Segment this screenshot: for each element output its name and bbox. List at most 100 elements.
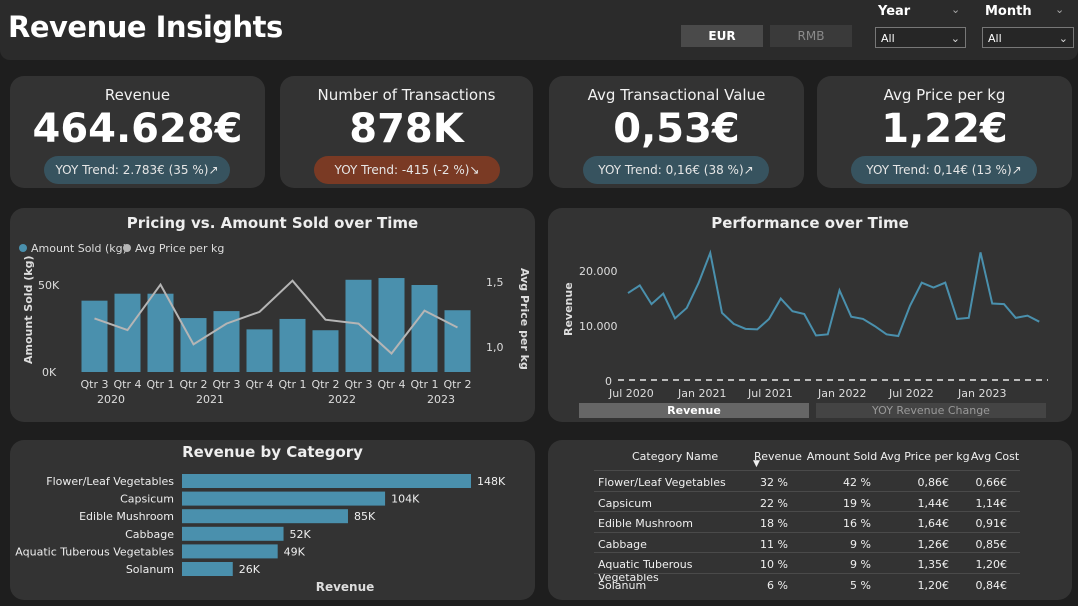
- amount-sold-bar[interactable]: [411, 285, 438, 372]
- category-label: Edible Mushroom: [79, 510, 174, 523]
- month-slicer-label: Month: [985, 4, 1032, 19]
- amount-sold-bar[interactable]: [345, 279, 372, 372]
- revenue-line: [627, 249, 1040, 338]
- x-tick-year: 2023: [427, 393, 455, 406]
- table-cell: 9 %: [850, 558, 871, 571]
- table-cell: 1,35€: [917, 558, 950, 571]
- category-bar[interactable]: [182, 526, 284, 541]
- amount-sold-bar[interactable]: [444, 310, 471, 372]
- table-cell: 1,44€: [917, 496, 950, 510]
- table-cell: 0,84€: [975, 578, 1008, 592]
- category-label: Aquatic Tuberous Vegetables: [15, 545, 174, 558]
- category-label: Cabbage: [125, 528, 174, 541]
- category-bar[interactable]: [182, 509, 348, 524]
- performance-chart: Revenue 20.000 10.000 0 Jul 2020 Jan 202…: [562, 249, 1048, 418]
- category-bar[interactable]: [182, 562, 233, 576]
- x-tick-quarter: Qtr 2: [180, 378, 208, 391]
- y-tick-right: 1,5: [486, 276, 504, 289]
- category-label: Solanum: [126, 563, 174, 576]
- currency-eur-button[interactable]: EUR: [681, 25, 763, 47]
- table-row-divider: [594, 511, 1020, 512]
- table-cell: Capsicum: [598, 496, 652, 510]
- y-axis-label-right: Avg Price per kg: [518, 268, 531, 370]
- x-tick-quarter: Qtr 1: [279, 378, 307, 391]
- table-cell: Flower/Leaf Vegetables: [598, 476, 726, 489]
- category-bar[interactable]: [182, 544, 278, 559]
- amount-sold-bar[interactable]: [279, 318, 306, 372]
- year-dropdown-value: All: [881, 32, 895, 45]
- x-tick: Jan 2023: [957, 387, 1006, 400]
- amount-sold-bar[interactable]: [378, 278, 405, 372]
- amount-sold-bar[interactable]: [147, 293, 174, 372]
- table-cell: 16 %: [843, 517, 871, 530]
- y-tick-right: 1,0: [486, 341, 504, 354]
- kpi-trend-badge: YOY Trend: -415 (-2 %)↘: [314, 156, 500, 184]
- chevron-down-icon: ⌄: [950, 32, 960, 45]
- category-bar[interactable]: [182, 474, 471, 488]
- category-value-label: 26K: [239, 563, 261, 576]
- x-tick-quarter: Qtr 4: [378, 378, 406, 391]
- table-row-divider: [594, 572, 1020, 574]
- x-tick: Jul 2022: [888, 387, 934, 400]
- x-tick-quarter: Qtr 4: [246, 378, 274, 391]
- sort-descending-icon: ▼: [753, 459, 760, 469]
- kpi-title: Avg Price per kg: [883, 86, 1006, 104]
- table-header-cell[interactable]: Amount Sold: [804, 450, 880, 463]
- table-header-cell[interactable]: Avg Price per kg: [880, 450, 970, 463]
- currency-rmb-button[interactable]: RMB: [770, 25, 852, 47]
- x-tick: Jul 2021: [747, 387, 793, 400]
- legend-label-amount: Amount Sold (kg): [31, 242, 127, 255]
- kpi-trend-badge: YOY Trend: 0,14€ (13 %)↗: [851, 156, 1037, 184]
- kpi-value: 1,22€: [881, 106, 1008, 152]
- table-header-cell[interactable]: Avg Cost: [970, 450, 1020, 463]
- table-cell: 42 %: [843, 476, 871, 489]
- table-cell: Solanum: [598, 578, 647, 592]
- pricing-vs-amount-panel: Pricing vs. Amount Sold over Time Amount…: [10, 208, 535, 422]
- category-label: Flower/Leaf Vegetables: [46, 475, 174, 488]
- x-tick-quarter: Qtr 3: [345, 378, 373, 391]
- category-value-label: 52K: [290, 528, 312, 541]
- amount-sold-bar[interactable]: [246, 329, 273, 372]
- table-cell: 32 %: [760, 476, 788, 489]
- year-collapse-chevron-icon[interactable]: ⌄: [951, 3, 960, 16]
- category-value-label: 148K: [477, 475, 506, 488]
- table-cell: 1,64€: [917, 517, 950, 530]
- y-axis-label-left: Amount Sold (kg): [22, 256, 35, 364]
- x-tick-quarter: Qtr 2: [312, 378, 340, 391]
- table-row-divider: [594, 531, 1020, 533]
- table-cell: 5 %: [850, 578, 871, 592]
- y-tick-left: 50K: [38, 279, 60, 292]
- revenue-by-category-chart: Flower/Leaf Vegetables 148K Capsicum 104K Ed…: [15, 474, 506, 594]
- amount-sold-bar[interactable]: [81, 300, 108, 372]
- amount-sold-bar[interactable]: [114, 293, 141, 372]
- month-dropdown-value: All: [988, 32, 1002, 45]
- table-cell: 1,20€: [917, 578, 950, 592]
- x-tick: Jul 2020: [608, 387, 654, 400]
- y-tick-left: 0K: [42, 366, 57, 379]
- revenue-by-category-panel: Revenue by Category Flower/Leaf Vegetabl…: [10, 440, 535, 600]
- table-row-divider: [594, 470, 1020, 471]
- kpi-card-revenue: Revenue 464.628€ YOY Trend: 2.783€ (35 %…: [10, 76, 265, 188]
- kpi-card-transactions: Number of Transactions 878K YOY Trend: -…: [280, 76, 533, 188]
- x-tick: Jan 2022: [817, 387, 866, 400]
- table-cell: 11 %: [760, 537, 788, 551]
- x-tick-quarter: Qtr 3: [81, 378, 109, 391]
- x-tick-quarter: Qtr 1: [411, 378, 439, 391]
- amount-sold-bar[interactable]: [312, 330, 339, 372]
- month-collapse-chevron-icon[interactable]: ⌄: [1055, 3, 1064, 16]
- kpi-title: Avg Transactional Value: [587, 86, 766, 104]
- table-cell: 0,66€: [975, 476, 1008, 489]
- table-cell: 9 %: [850, 537, 871, 551]
- year-dropdown[interactable]: All ⌄: [875, 27, 966, 48]
- table-cell: 18 %: [760, 517, 788, 530]
- x-tick-year: 2022: [328, 393, 356, 406]
- x-tick-quarter: Qtr 3: [213, 378, 241, 391]
- table-cell: 1,20€: [975, 558, 1008, 571]
- page-title: Revenue Insights: [8, 10, 283, 44]
- category-bar[interactable]: [182, 491, 386, 506]
- kpi-value: 464.628€: [32, 106, 243, 152]
- month-dropdown[interactable]: All ⌄: [982, 27, 1074, 48]
- x-tick-quarter: Qtr 2: [444, 378, 472, 391]
- kpi-trend-badge: YOY Trend: 2.783€ (35 %)↗: [44, 156, 230, 184]
- y-tick: 20.000: [579, 265, 618, 278]
